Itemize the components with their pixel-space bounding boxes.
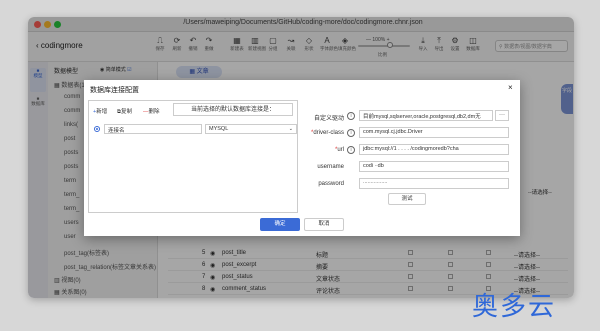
watermark-logo: 奥多云 (472, 292, 557, 322)
chevron-down-icon: ⌄ (288, 126, 293, 132)
ok-button[interactable]: 确定 (260, 218, 300, 231)
driver-class-text: driver-class (313, 130, 344, 136)
db-connection-dialog: 数据库连接配置 × +新增 ⧉复制 —删除 当前选择的默认数据库连接是： 连接名… (84, 80, 520, 236)
db-type-select[interactable]: MYSQL ⌄ (205, 124, 297, 134)
copy-connection-button[interactable]: ⧉复制 (117, 107, 132, 116)
help-icon[interactable]: i (347, 129, 355, 137)
delete-label: 删除 (148, 109, 160, 115)
add-connection-button[interactable]: +新增 (93, 107, 107, 115)
custom-driver-input[interactable]: 目前mysql,sqlserver,oracle,postgresql,db2,… (359, 110, 493, 121)
copy-label: 复制 (120, 109, 132, 115)
custom-driver-label: 自定义驱动 (313, 116, 344, 122)
connection-list-panel: +新增 ⧉复制 —删除 当前选择的默认数据库连接是： 连接名 MYSQL ⌄ (88, 100, 298, 213)
username-label: username (317, 164, 344, 170)
help-icon[interactable]: i (347, 112, 355, 120)
username-input[interactable]: codi ∙∙db (359, 161, 509, 172)
help-icon[interactable]: i (347, 146, 355, 154)
url-input[interactable]: jdbc:mysql://1 . . . . /codingmoredb?cha (359, 144, 509, 155)
default-radio[interactable] (94, 126, 100, 132)
connection-name-input[interactable]: 连接名 (104, 124, 202, 134)
delete-connection-button[interactable]: —删除 (143, 107, 160, 115)
driver-class-input[interactable]: com.mysql.cj.jdbc.Driver (359, 127, 509, 138)
more-button[interactable]: ··· (495, 110, 509, 121)
driver-class-label: *driver-class (298, 130, 344, 136)
password-input[interactable]: ∙∙∙∙∙∙∙∙∙∙∙∙∙∙∙∙ (359, 178, 509, 189)
default-connection-hint: 当前选择的默认数据库连接是： (173, 103, 293, 116)
url-label: *url (298, 147, 344, 153)
db-type-value: MYSQL (209, 126, 229, 132)
dialog-title: 数据库连接配置 (90, 87, 139, 94)
password-label: password (318, 181, 344, 187)
dialog-close-button[interactable]: × (508, 83, 513, 92)
test-connection-button[interactable]: 测试 (388, 193, 426, 205)
url-text: url (337, 147, 344, 153)
add-label: 新增 (96, 109, 108, 115)
cancel-button[interactable]: 取消 (304, 218, 344, 231)
connection-row[interactable]: 连接名 MYSQL ⌄ (91, 124, 297, 134)
